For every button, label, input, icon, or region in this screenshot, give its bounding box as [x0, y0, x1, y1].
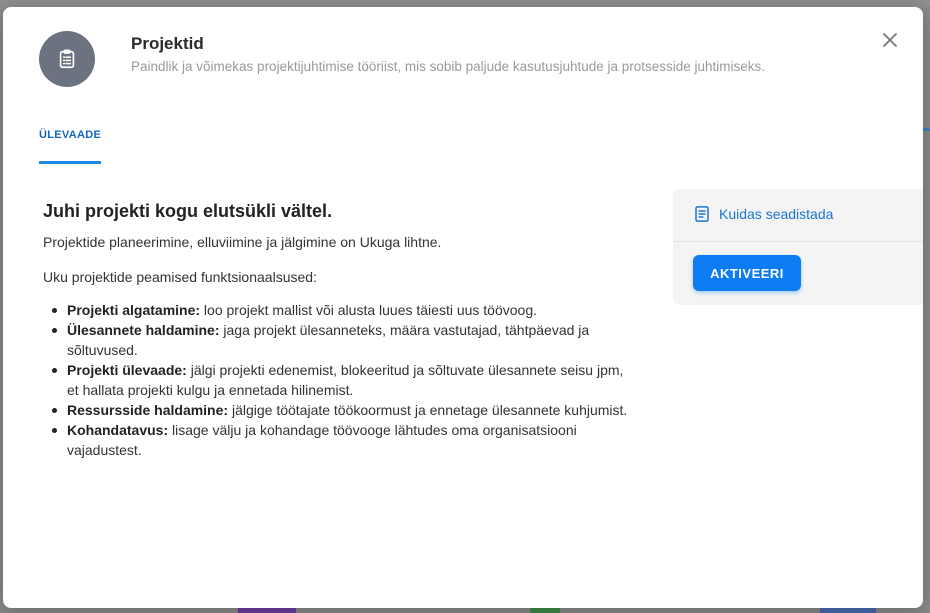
activate-button[interactable]: AKTIVEERI — [693, 255, 801, 291]
list-item: Projekti algatamine: loo projekt mallist… — [43, 300, 633, 320]
list-item: Projekti ülevaade: jälgi projekti edenem… — [43, 360, 633, 400]
setup-guide-link[interactable]: Kuidas seadistada — [693, 205, 833, 223]
modal-title: Projektid — [131, 34, 204, 53]
feature-name: Kohandatavus: — [67, 422, 169, 438]
modal-header: Projektid Paindlik ja võimekas projektij… — [39, 31, 923, 121]
feature-name: Projekti algatamine: — [67, 302, 201, 318]
feature-text: jälgige töötajate töökoormust ja ennetag… — [228, 402, 628, 418]
document-icon — [695, 206, 709, 222]
clipboard-icon — [39, 31, 95, 87]
content-heading: Juhi projekti kogu elutsükli vältel. — [43, 201, 333, 221]
content-intro: Projektide planeerimine, elluviimine ja … — [43, 234, 442, 250]
backdrop-fragment — [923, 128, 930, 131]
feature-name: Ressursside haldamine: — [67, 402, 229, 418]
list-item: Ressursside haldamine: jälgige töötajate… — [43, 400, 633, 420]
list-item: Ülesannete haldamine: jaga projekt ülesa… — [43, 320, 633, 360]
modal-subtitle: Paindlik ja võimekas projektijuhtimise t… — [131, 59, 766, 74]
overview-content: Juhi projekti kogu elutsükli vältel. Pro… — [43, 201, 633, 460]
feature-name: Ülesannete haldamine: — [67, 322, 220, 338]
app-detail-modal: Projektid Paindlik ja võimekas projektij… — [3, 7, 923, 608]
close-button[interactable] — [879, 29, 901, 51]
feature-text: loo projekt mallist või alusta luues täi… — [200, 302, 538, 318]
divider — [673, 241, 923, 242]
setup-link-label: Kuidas seadistada — [719, 206, 834, 222]
features-lead: Uku projektide peamised funktsionaalsuse… — [43, 269, 317, 285]
features-list: Projekti algatamine: loo projekt mallist… — [43, 300, 633, 460]
side-panel: Kuidas seadistada AKTIVEERI — [673, 189, 923, 305]
close-icon — [883, 33, 897, 47]
feature-name: Projekti ülevaade: — [67, 362, 187, 378]
tab-bar: ÜLEVAADE — [39, 125, 102, 164]
backdrop-fragment — [0, 0, 930, 7]
tab-overview[interactable]: ÜLEVAADE — [39, 126, 102, 164]
list-item: Kohandatavus: lisage välju ja kohandage … — [43, 420, 633, 460]
